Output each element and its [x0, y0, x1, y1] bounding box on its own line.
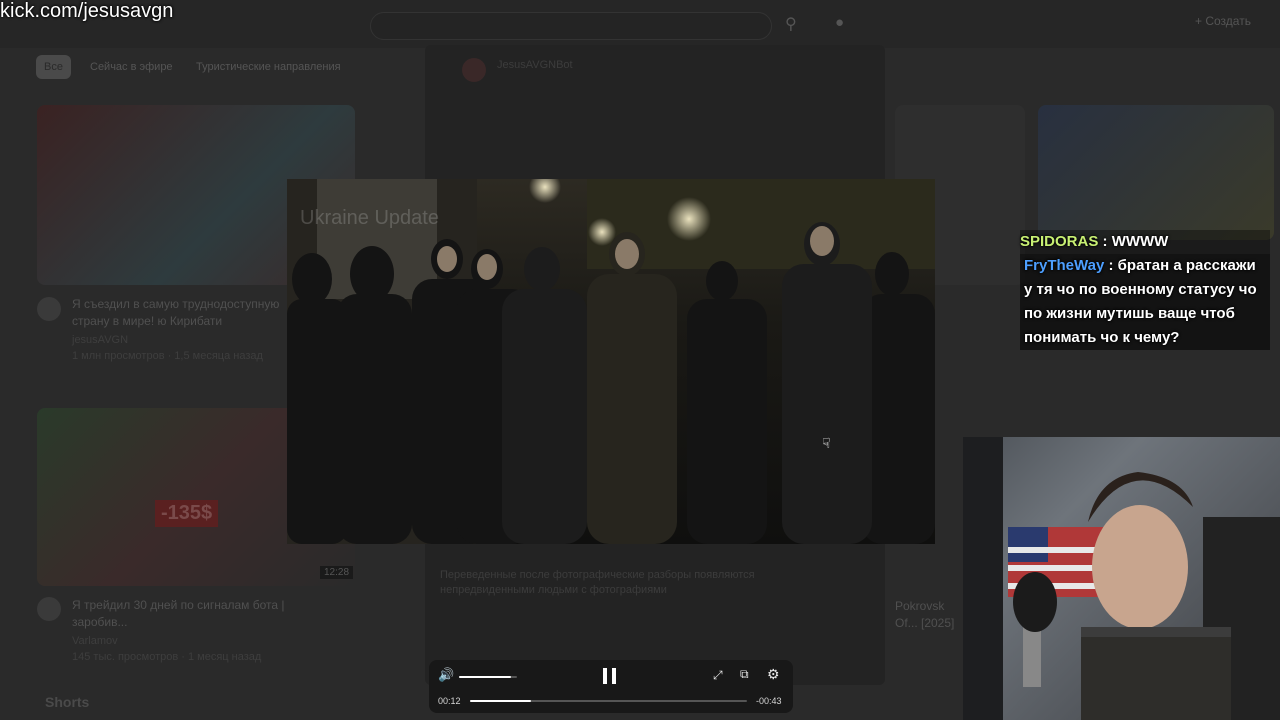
mic-icon: ●	[835, 14, 845, 31]
chat-overlay: SPIDORAS : WWWW FryTheWay : братан а рас…	[1020, 230, 1270, 350]
pause-icon-bar	[612, 668, 616, 684]
video-meta: 1 млн просмотров · 1,5 месяца назад	[72, 350, 263, 362]
chat-separator: :	[1102, 233, 1112, 250]
settings-icon[interactable]: ⚙	[767, 666, 780, 683]
video-frame	[287, 179, 935, 544]
modal-description: Переведенные после фотографические разбо…	[440, 569, 755, 596]
video-thumbnail	[1038, 105, 1274, 240]
fullscreen-icon[interactable]: ⤢	[713, 668, 723, 683]
video-watermark: Ukraine Update	[300, 207, 439, 229]
current-time: 00:12	[438, 696, 461, 706]
chat-message: FryTheWay : братан а расскажи у тя чо по…	[1020, 254, 1270, 350]
avatar	[37, 297, 61, 321]
create-button: + Создать	[1195, 14, 1251, 28]
pip-icon[interactable]: ⧉	[740, 667, 749, 682]
duration-badge: 12:28	[320, 566, 354, 579]
avatar	[462, 58, 486, 82]
stream-url: kick.com/jesusavgn	[0, 0, 174, 22]
progress-bar-fill	[470, 700, 531, 702]
background-search-box	[370, 12, 772, 40]
chat-text: WWWW	[1111, 233, 1169, 250]
chat-message: SPIDORAS : WWWW	[1020, 230, 1270, 254]
avatar	[37, 597, 61, 621]
chat-username: SPIDORAS	[1020, 233, 1099, 250]
video-meta: 145 тыс. просмотров · 1 месяц назад	[72, 651, 262, 663]
remaining-time: -00:43	[756, 696, 782, 706]
volume-icon[interactable]: 🔊	[438, 667, 454, 683]
channel-name: jesusAVGN	[72, 334, 129, 346]
chip-travel: Туристические направления	[196, 61, 341, 73]
create-label: Создать	[1205, 14, 1251, 28]
shorts-heading: Shorts	[45, 694, 90, 710]
price-badge: -135$	[155, 500, 219, 527]
pause-button[interactable]	[603, 668, 617, 684]
modal-channel: JesusAVGNBot	[497, 59, 573, 71]
webcam-frame	[963, 437, 1280, 720]
chip-live: Сейчас в эфире	[90, 61, 173, 73]
chat-username: FryTheWay	[1024, 257, 1105, 274]
progress-bar[interactable]	[470, 700, 747, 702]
volume-slider[interactable]	[459, 676, 517, 678]
channel-name: Varlamov	[72, 635, 118, 647]
player-controls: 🔊 ⤢ ⧉ ⚙ 00:12 -00:43	[429, 660, 793, 713]
video-title: Pokrovsk Of... [2025]	[895, 599, 955, 630]
search-icon: ⚲	[785, 16, 797, 33]
video-title: Я трейдил 30 дней по сигналам бота | зар…	[72, 598, 285, 629]
webcam-feed	[963, 437, 1280, 720]
chip-all: Все	[36, 55, 71, 79]
video-player[interactable]	[287, 179, 935, 544]
mouse-cursor-icon: ☟	[822, 435, 831, 451]
video-title: Я съездил в самую труднодоступную страну…	[72, 297, 280, 328]
chat-separator: :	[1108, 257, 1118, 274]
volume-slider-fill	[459, 676, 512, 678]
pause-icon-bar	[603, 668, 607, 684]
